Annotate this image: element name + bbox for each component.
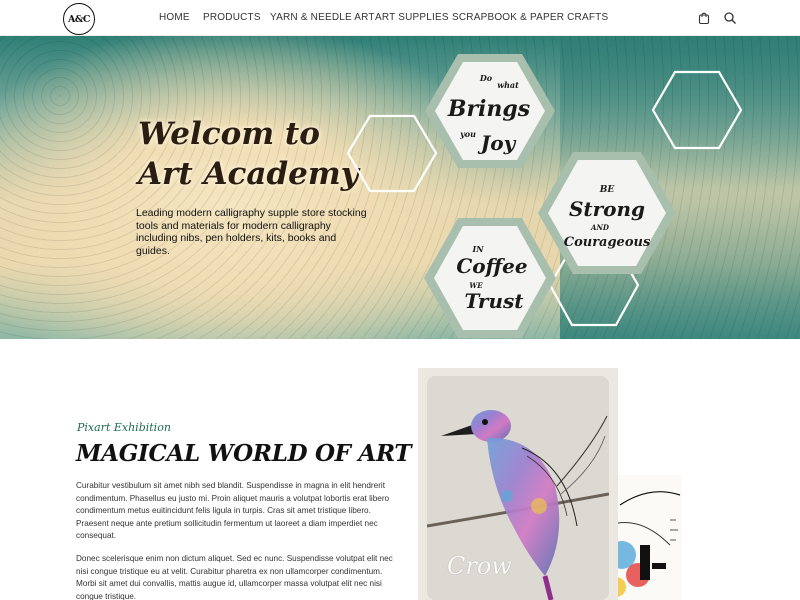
hex1-line3: Brings bbox=[447, 96, 530, 122]
artwork-secondary bbox=[610, 475, 682, 600]
hex3-line2: Coffee bbox=[456, 254, 527, 278]
hex1-line5: Joy bbox=[477, 131, 517, 155]
hero-banner: Welcom to Art Academy Leading modern cal… bbox=[0, 36, 800, 339]
artwork-signature: Crow bbox=[447, 552, 512, 580]
hex3-line1: IN bbox=[471, 244, 484, 254]
section-title: MAGICAL WORLD OF ART bbox=[76, 440, 412, 467]
abstract-art-image bbox=[610, 491, 681, 597]
hex-quote-coffee: IN Coffee WE Trust bbox=[424, 218, 556, 338]
site-header: A&C HOME PRODUCTS YARN & NEEDLE ART ART … bbox=[0, 0, 800, 36]
hex-quote-strong: BE Strong AND Courageous bbox=[538, 152, 676, 274]
nav-scrapbook-paper-crafts[interactable]: SCRAPBOOK & PAPER CRAFTS bbox=[452, 12, 608, 23]
site-logo[interactable]: A&C bbox=[63, 3, 95, 35]
nav-art-supplies[interactable]: ART SUPPLIES bbox=[375, 12, 449, 23]
hex1-line1: Do bbox=[479, 73, 493, 83]
hex-outline-left bbox=[346, 114, 438, 193]
hex2-line3: AND bbox=[590, 223, 610, 232]
nav-products[interactable]: PRODUCTS bbox=[203, 12, 261, 23]
nav-yarn-needle-art[interactable]: YARN & NEEDLE ART bbox=[270, 12, 375, 23]
hex3-line4: Trust bbox=[464, 289, 524, 313]
search-icon[interactable] bbox=[723, 11, 737, 25]
nav-home[interactable]: HOME bbox=[159, 12, 190, 23]
hex2-line1: BE bbox=[599, 185, 615, 195]
hexagon-gallery: Do what Brings you Joy BE Strong AND Cou… bbox=[346, 54, 743, 338]
hex1-line4: you bbox=[459, 129, 476, 139]
artwork-crow: Crow bbox=[427, 376, 609, 600]
hex-quote-joy: Do what Brings you Joy bbox=[425, 54, 555, 168]
hex2-line4: Courageous bbox=[564, 235, 651, 250]
section-subtitle: Pixart Exhibition bbox=[77, 421, 171, 434]
section-paragraph-1: Curabitur vestibulum sit amet nibh sed b… bbox=[76, 481, 390, 541]
cart-icon[interactable] bbox=[697, 11, 711, 25]
hex1-line2: what bbox=[497, 80, 519, 90]
section-paragraph-2: Donec scelerisque enim non dictum alique… bbox=[76, 554, 393, 600]
hex-outline-top-right bbox=[651, 70, 743, 150]
hex2-line2: Strong bbox=[569, 197, 645, 221]
artwork-crow-frame: Crow bbox=[418, 368, 618, 600]
